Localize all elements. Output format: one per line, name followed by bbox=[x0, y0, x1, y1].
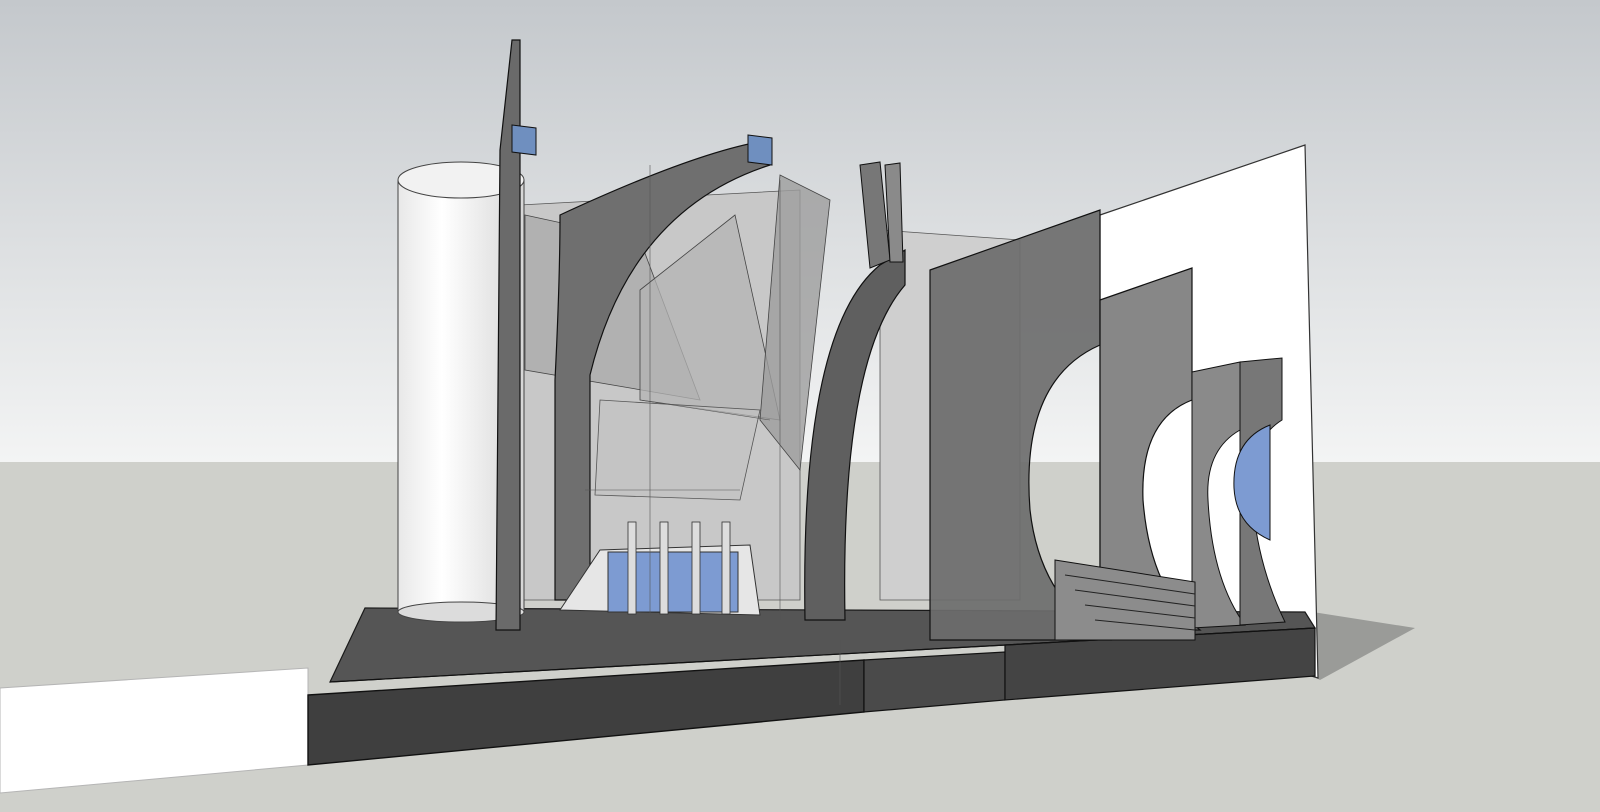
3d-model-viewport[interactable] bbox=[0, 0, 1600, 812]
folded-plane-4 bbox=[594, 399, 761, 501]
blade-cap bbox=[511, 124, 537, 156]
architectural-model[interactable] bbox=[0, 0, 1600, 812]
arch-cap bbox=[747, 134, 773, 166]
